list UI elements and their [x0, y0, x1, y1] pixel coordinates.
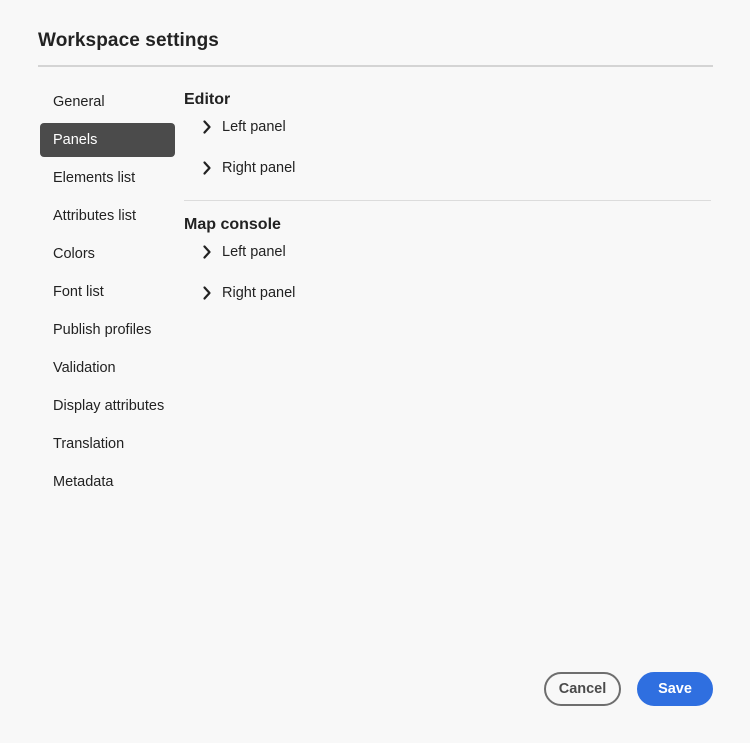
panel-row-label: Left panel: [222, 119, 286, 135]
title-divider: [38, 65, 713, 67]
panel-row-label: Right panel: [222, 160, 296, 176]
section-divider: [184, 200, 711, 201]
workspace-settings-dialog: Workspace settings General Panels Elemen…: [0, 0, 750, 743]
sidebar-item-translation[interactable]: Translation: [40, 427, 175, 461]
settings-sidebar: General Panels Elements list Attributes …: [40, 85, 175, 503]
sidebar-item-validation[interactable]: Validation: [40, 351, 175, 385]
sidebar-item-font-list[interactable]: Font list: [40, 275, 175, 309]
sidebar-item-general[interactable]: General: [40, 85, 175, 119]
editor-right-panel-row[interactable]: Right panel: [184, 159, 711, 200]
cancel-button[interactable]: Cancel: [544, 672, 621, 706]
sidebar-item-attributes-list[interactable]: Attributes list: [40, 199, 175, 233]
chevron-right-icon[interactable]: [198, 243, 216, 261]
panel-row-label: Right panel: [222, 285, 296, 301]
map-console-section: Map console Left panel Right panel: [184, 213, 711, 325]
sidebar-item-panels[interactable]: Panels: [40, 123, 175, 157]
sidebar-item-colors[interactable]: Colors: [40, 237, 175, 271]
map-console-left-panel-row[interactable]: Left panel: [184, 243, 711, 284]
chevron-right-icon[interactable]: [198, 284, 216, 302]
sidebar-item-display-attributes[interactable]: Display attributes: [40, 389, 175, 423]
dialog-title: Workspace settings: [38, 30, 219, 51]
chevron-right-icon[interactable]: [198, 159, 216, 177]
save-button[interactable]: Save: [637, 672, 713, 706]
sidebar-item-metadata[interactable]: Metadata: [40, 465, 175, 499]
panel-row-label: Left panel: [222, 244, 286, 260]
editor-left-panel-row[interactable]: Left panel: [184, 118, 711, 159]
section-title-map-console: Map console: [184, 216, 281, 233]
chevron-right-icon[interactable]: [198, 118, 216, 136]
map-console-right-panel-row[interactable]: Right panel: [184, 284, 711, 325]
panels-content: Editor Left panel Right panel Map consol…: [184, 88, 711, 325]
section-title-editor: Editor: [184, 91, 231, 108]
sidebar-item-publish-profiles[interactable]: Publish profiles: [40, 313, 175, 347]
editor-section: Editor Left panel Right panel: [184, 88, 711, 200]
sidebar-item-elements-list[interactable]: Elements list: [40, 161, 175, 195]
